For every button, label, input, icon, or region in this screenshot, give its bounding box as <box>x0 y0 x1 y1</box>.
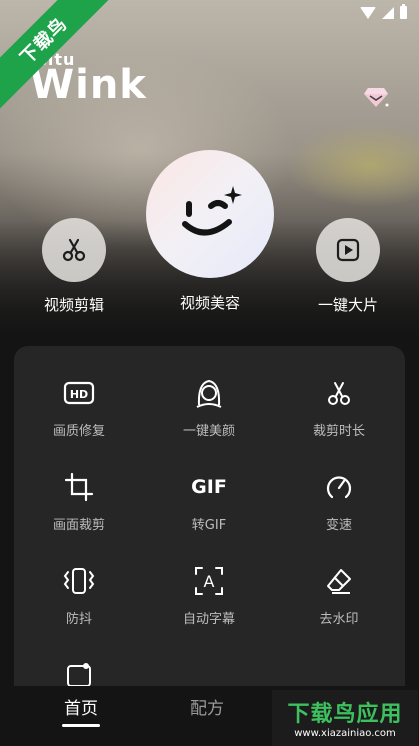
tool-label: 画面裁剪 <box>52 518 105 533</box>
subtitle-icon: A <box>192 564 226 598</box>
speed-icon <box>322 470 356 504</box>
hd-icon: HD <box>62 376 96 410</box>
video-beauty-button[interactable]: 视频美容 <box>146 150 274 313</box>
gif-icon: GIF <box>191 470 227 504</box>
wifi-icon <box>360 6 376 19</box>
tool-label: 画质修复 <box>52 424 105 439</box>
one-click-film-label: 一键大片 <box>317 296 378 314</box>
badge-url: www.xiazainiao.com <box>294 728 396 739</box>
video-edit-button[interactable]: 视频剪辑 <box>38 218 110 315</box>
tool-stabilize[interactable]: 防抖 <box>14 564 144 627</box>
video-beauty-label: 视频美容 <box>179 294 240 312</box>
nav-formula-tab[interactable]: 配方 <box>190 694 224 719</box>
tool-label: 裁剪时长 <box>312 424 365 439</box>
stabilize-icon <box>62 564 96 598</box>
tool-trim-duration[interactable]: 裁剪时长 <box>274 376 404 439</box>
face-beauty-icon <box>192 376 226 410</box>
tool-more-partial[interactable] <box>14 658 144 686</box>
tool-label: 一键美颜 <box>182 424 235 439</box>
eraser-icon <box>322 564 356 598</box>
signal-icon <box>382 6 394 19</box>
tool-label: 转GIF <box>191 518 227 533</box>
wink-face-icon <box>146 150 274 278</box>
tool-quality-repair[interactable]: HD 画质修复 <box>14 376 144 439</box>
partial-tool-icon <box>62 658 96 686</box>
download-watermark-badge: 下载鸟应用 www.xiazainiao.com <box>272 690 418 746</box>
video-edit-label: 视频剪辑 <box>43 296 104 314</box>
battery-icon <box>400 4 407 19</box>
tool-label: 自动字幕 <box>182 612 235 627</box>
tool-to-gif[interactable]: GIF 转GIF <box>144 470 274 533</box>
tool-remove-watermark[interactable]: 去水印 <box>274 564 404 627</box>
badge-title: 下载鸟应用 <box>287 702 403 727</box>
brand-logo: Wink <box>30 62 147 108</box>
tool-label: 变速 <box>325 518 352 533</box>
tool-label: 去水印 <box>319 612 359 627</box>
crop-icon <box>62 470 96 504</box>
tool-speed[interactable]: 变速 <box>274 470 404 533</box>
subtitle-glyph: A <box>203 571 215 591</box>
tools-panel: HD 画质修复 一键美颜 裁剪时长 画面裁剪 GIF 转GIF 变速 防抖 A … <box>14 346 405 686</box>
scissors-icon <box>322 376 356 410</box>
tool-auto-subtitle[interactable]: A 自动字幕 <box>144 564 274 627</box>
diamond-icon[interactable] <box>363 86 389 108</box>
scissors-icon <box>42 218 106 282</box>
one-click-film-button[interactable]: 一键大片 <box>312 218 384 315</box>
nav-home-tab[interactable]: 首页 <box>62 694 100 727</box>
gif-glyph: GIF <box>191 476 227 498</box>
svg-text:HD: HD <box>70 388 88 401</box>
tool-one-click-beauty[interactable]: 一键美颜 <box>144 376 274 439</box>
tool-label: 防抖 <box>65 612 92 627</box>
tool-crop[interactable]: 画面裁剪 <box>14 470 144 533</box>
play-square-icon <box>316 218 380 282</box>
